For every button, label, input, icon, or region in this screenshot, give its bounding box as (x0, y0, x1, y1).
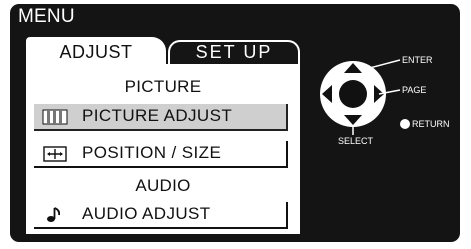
section-heading-audio: AUDIO (135, 176, 191, 195)
tab-adjust[interactable]: ADJUST (26, 37, 166, 65)
remote-legend: ENTER PAGE SELECT RETURN (316, 48, 456, 158)
menu-item-position-size[interactable]: POSITION / SIZE (34, 141, 288, 168)
menu-panel: PICTURE PICTURE ADJUST POSITION / SIZE A… (26, 64, 300, 234)
menu-title: MENU (18, 6, 75, 27)
menu-item-label: POSITION / SIZE (82, 143, 222, 162)
return-dot-icon (400, 119, 410, 129)
section-heading-picture: PICTURE (124, 77, 202, 96)
legend-page: PAGE (402, 85, 427, 95)
menu-item-label: AUDIO ADJUST (82, 204, 211, 223)
legend-enter: ENTER (402, 55, 433, 65)
menu-item-label: PICTURE ADJUST (82, 106, 233, 125)
position-arrows-icon (43, 146, 67, 162)
legend-select: SELECT (338, 136, 374, 146)
tab-setup[interactable]: SET UP (168, 40, 300, 64)
menu-item-audio-adjust[interactable]: AUDIO ADJUST (34, 202, 288, 229)
menu-item-picture-adjust[interactable]: PICTURE ADJUST (34, 104, 288, 131)
picture-bars-icon (42, 109, 68, 125)
legend-return: RETURN (412, 119, 450, 129)
osd-menu-frame: MENU ADJUST SET UP PICTURE PICTURE ADJUS… (10, 4, 460, 242)
music-note-icon (47, 207, 61, 222)
navigation-pad-icon (320, 59, 410, 135)
